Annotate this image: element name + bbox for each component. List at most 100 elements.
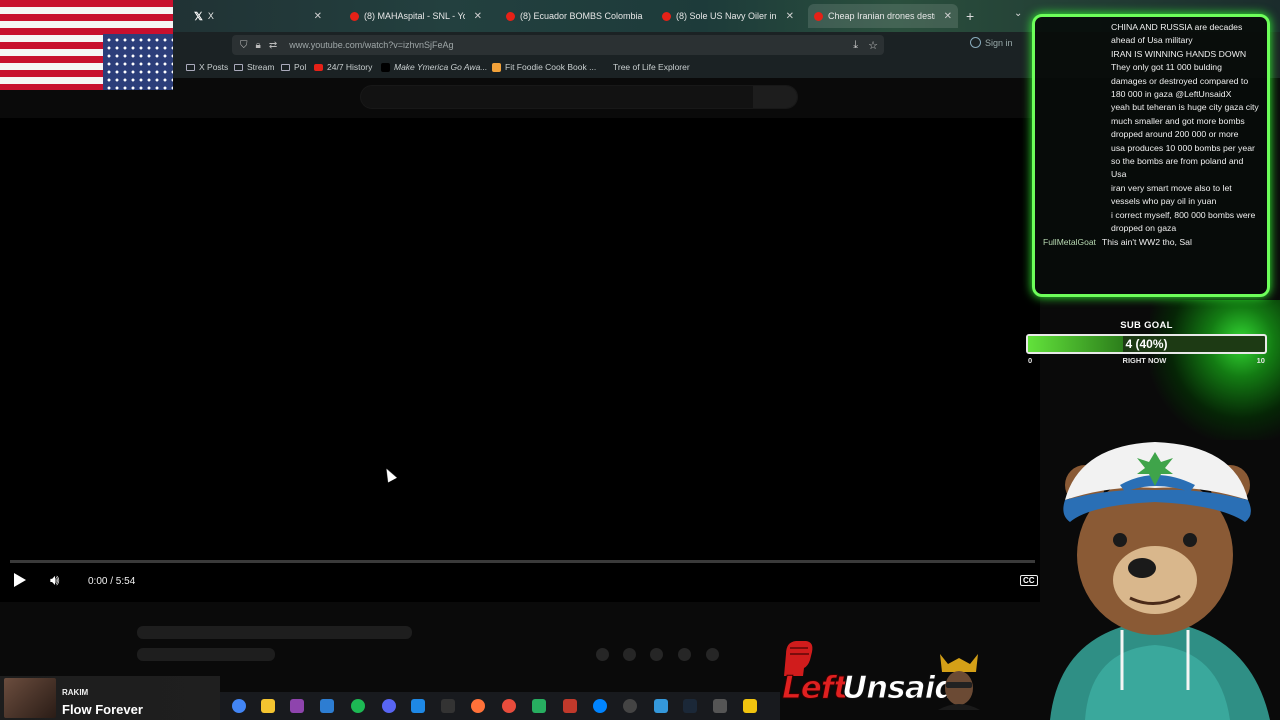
youtube-icon [662,11,671,21]
chat-username: FullMetalGoat [1043,236,1096,247]
bookmark-x-posts[interactable]: X Posts [186,62,228,72]
chat-username [1043,48,1105,61]
app-icon[interactable] [654,699,668,713]
action-placeholder [650,648,663,661]
save-page-icon[interactable]: ⤓ [853,39,858,52]
video-player[interactable] [0,118,1040,602]
youtube-icon [314,63,323,71]
app-icon[interactable] [532,699,546,713]
artist-photo [4,678,56,718]
chat-message: IRAN IS WINNING HANDS DOWN [1043,48,1259,61]
chat-message: FullMetalGoat This ain't WW2 tho, Sal [1043,236,1259,249]
bookmark-pol[interactable]: Pol [281,62,306,72]
action-placeholder [678,648,691,661]
spotify-icon[interactable] [351,699,365,713]
chat-username [1043,142,1105,182]
bookmark-label: Make Ymerica Go Awa... [394,62,488,72]
volume-icon[interactable]: 🔊︎ [50,572,59,589]
bookmark-stream[interactable]: Stream [234,62,274,72]
app-icon[interactable] [743,699,757,713]
app-icon[interactable] [411,699,425,713]
messenger-icon[interactable] [593,699,607,713]
app-icon[interactable] [563,699,577,713]
tab-navy-oiler[interactable]: (8) Sole US Navy Oiler in the M ✕ [656,4,800,28]
action-placeholder [623,648,636,661]
chat-username [1043,61,1105,101]
app-icon[interactable] [290,699,304,713]
sub-goal-min: 0 [1028,356,1033,365]
folder-icon [234,63,243,71]
action-placeholder [706,648,719,661]
bookmark-fit-foodie[interactable]: Fit Foodie Cook Book ... [492,62,596,72]
close-icon[interactable]: ✕ [474,11,482,22]
address-bar[interactable]: ⛉ 🔒︎ ⇄ www.youtube.com/watch?v=izhvnSjFe… [232,35,884,55]
sign-in-label: Sign in [985,37,1013,48]
tab-x[interactable]: 𝕏 X ✕ [188,4,328,28]
permissions-icon[interactable]: ⇄ [269,40,277,51]
sub-goal-title: SUB GOAL [1120,320,1173,331]
bookmark-star-icon[interactable]: ☆ [868,39,878,52]
youtube-icon [350,11,359,21]
app-icon[interactable] [502,699,516,713]
close-icon[interactable]: ✕ [944,11,952,22]
terminal-icon[interactable] [441,699,455,713]
app-icon[interactable] [713,699,727,713]
play-icon[interactable] [14,573,26,587]
bear-mascot-image [1050,442,1270,720]
chat-username [1043,182,1105,209]
discord-icon[interactable] [382,699,396,713]
tab-iranian-drones[interactable]: Cheap Iranian drones destroyin ✕ [808,4,958,28]
firefox-icon[interactable] [471,699,485,713]
tiktok-icon [381,62,390,72]
artist-name: RAKIM [62,688,89,697]
brand-left-text: Left [781,670,848,707]
us-flag-image [0,0,173,90]
flag-stars [103,34,173,90]
bookmark-label: Fit Foodie Cook Book ... [505,62,597,72]
shield-icon[interactable]: ⛉ [240,40,248,51]
chat-message: usa produces 10 000 bombs per year so th… [1043,142,1259,182]
chat-message: iran very smart move also to let vessels… [1043,182,1259,209]
bookmark-make-ymerica[interactable]: Make Ymerica Go Awa... [381,62,487,72]
sub-goal-widget: SUB GOAL 4 (40%) 0 RIGHT NOW 10 [1026,320,1267,372]
chat-text: yeah but teheran is huge city gaza city … [1111,102,1259,140]
chat-text: CHINA AND RUSSIA are decades ahead of Us… [1111,22,1243,46]
youtube-search-box[interactable] [360,85,798,109]
steam-icon[interactable] [683,699,697,713]
file-explorer-icon[interactable] [261,699,275,713]
song-title: Flow Forever [62,702,143,717]
chat-text: i correct myself, 800 000 bombs were dro… [1111,209,1256,234]
url-text[interactable]: www.youtube.com/watch?v=izhvnSjFeAg [289,40,453,50]
bookmark-247-history[interactable]: 24/7 History [314,62,372,72]
close-icon[interactable]: ✕ [314,11,322,22]
host-headshot-image [938,654,980,710]
chat-text: iran very smart move also to let vessels… [1111,182,1232,207]
chevron-down-icon[interactable]: ⌄ [1014,8,1022,19]
chat-message: CHINA AND RUSSIA are decades ahead of Us… [1043,21,1259,48]
lock-icon[interactable]: 🔒︎ [256,40,261,51]
search-button[interactable] [753,86,797,108]
chat-message: i correct myself, 800 000 bombs were dro… [1043,209,1259,236]
folder-icon [281,63,290,71]
chat-username [1043,209,1105,236]
chat-username [1043,101,1105,141]
tab-label: (8) Sole US Navy Oiler in the M [676,11,777,21]
bookmark-label: 24/7 History [327,62,373,72]
bookmark-label: X Posts [199,62,229,72]
chrome-icon[interactable] [232,699,246,713]
chat-text: This ain't WW2 tho, Sal [1101,236,1192,247]
taskbar [220,692,780,720]
new-tab-button[interactable]: + [966,8,974,24]
app-icon[interactable] [320,699,334,713]
media-player-icon[interactable] [623,699,637,713]
youtube-icon [506,11,515,21]
close-icon[interactable]: ✕ [786,11,794,22]
stream-chat-overlay: CHINA AND RUSSIA are decades ahead of Us… [1032,14,1270,297]
x-logo-icon: 𝕏 [194,10,203,23]
tab-ecuador[interactable]: (8) Ecuador BOMBS Colombia [500,4,652,28]
video-progress-bar[interactable] [10,560,1035,563]
tab-label: (8) MAHAspital - SNL - YouTube [364,11,465,21]
sign-in-button[interactable]: Sign in [970,37,1013,48]
bookmark-tree-of-life[interactable]: Tree of Life Explorer [613,62,690,72]
tab-mahaspital[interactable]: (8) MAHAspital - SNL - YouTube ✕ [344,4,488,28]
